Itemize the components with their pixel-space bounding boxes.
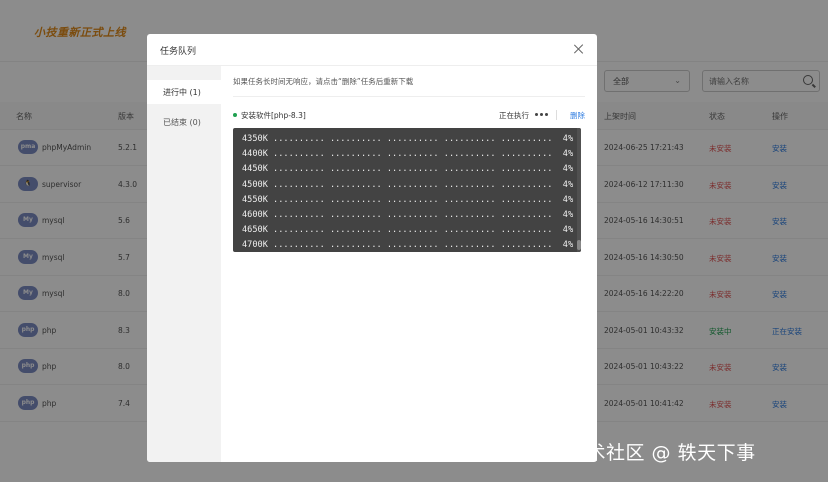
console-line: 4700K .......... .......... .......... .… [242, 240, 581, 251]
scrollbar-thumb[interactable] [577, 240, 581, 250]
divider [233, 96, 585, 97]
task-tabs: 进行中 (1) 已结束 (0) [147, 66, 221, 462]
loading-dots-icon [535, 113, 549, 117]
task-queue-dialog: 任务队列 进行中 (1) 已结束 (0) 如果任务长时间无响应，请点击“删除”任… [147, 34, 597, 462]
dialog-body: 如果任务长时间无响应，请点击“删除”任务后重新下载 安装软件[php-8.3] … [221, 66, 597, 462]
watermark-text: 掘金技术社区 @ 轶天下事 [528, 442, 756, 464]
task-status: 正在执行 [499, 111, 529, 120]
task-name: 安装软件[php-8.3] [241, 111, 306, 120]
running-dot-icon [233, 113, 237, 117]
console-line: 4450K .......... .......... .......... .… [242, 164, 574, 175]
task-log-console[interactable]: 4350K .......... .......... .......... .… [233, 128, 581, 252]
task-item: 安装软件[php-8.3] 正在执行 删除 [233, 108, 585, 122]
notice-text: 如果任务长时间无响应，请点击“删除”任务后重新下载 [233, 77, 414, 86]
console-line: 4400K .......... .......... .......... .… [242, 149, 574, 160]
divider [556, 110, 557, 120]
tab-in-progress[interactable]: 进行中 (1) [147, 80, 221, 104]
console-scrollbar[interactable] [577, 128, 581, 252]
dialog-header: 任务队列 [147, 34, 597, 66]
console-line: 4500K .......... .......... .......... .… [242, 179, 581, 190]
console-line: 4550K .......... .......... .......... .… [242, 194, 581, 205]
console-line: 4350K .......... .......... .......... .… [242, 134, 574, 144]
console-line: 4650K .......... .......... .......... .… [242, 225, 574, 236]
console-line: 4600K .......... .......... .......... .… [242, 210, 574, 221]
delete-task-button[interactable]: 删除 [570, 110, 585, 121]
close-icon[interactable] [573, 43, 585, 55]
dialog-title: 任务队列 [160, 47, 197, 57]
tab-finished[interactable]: 已结束 (0) [147, 110, 221, 134]
